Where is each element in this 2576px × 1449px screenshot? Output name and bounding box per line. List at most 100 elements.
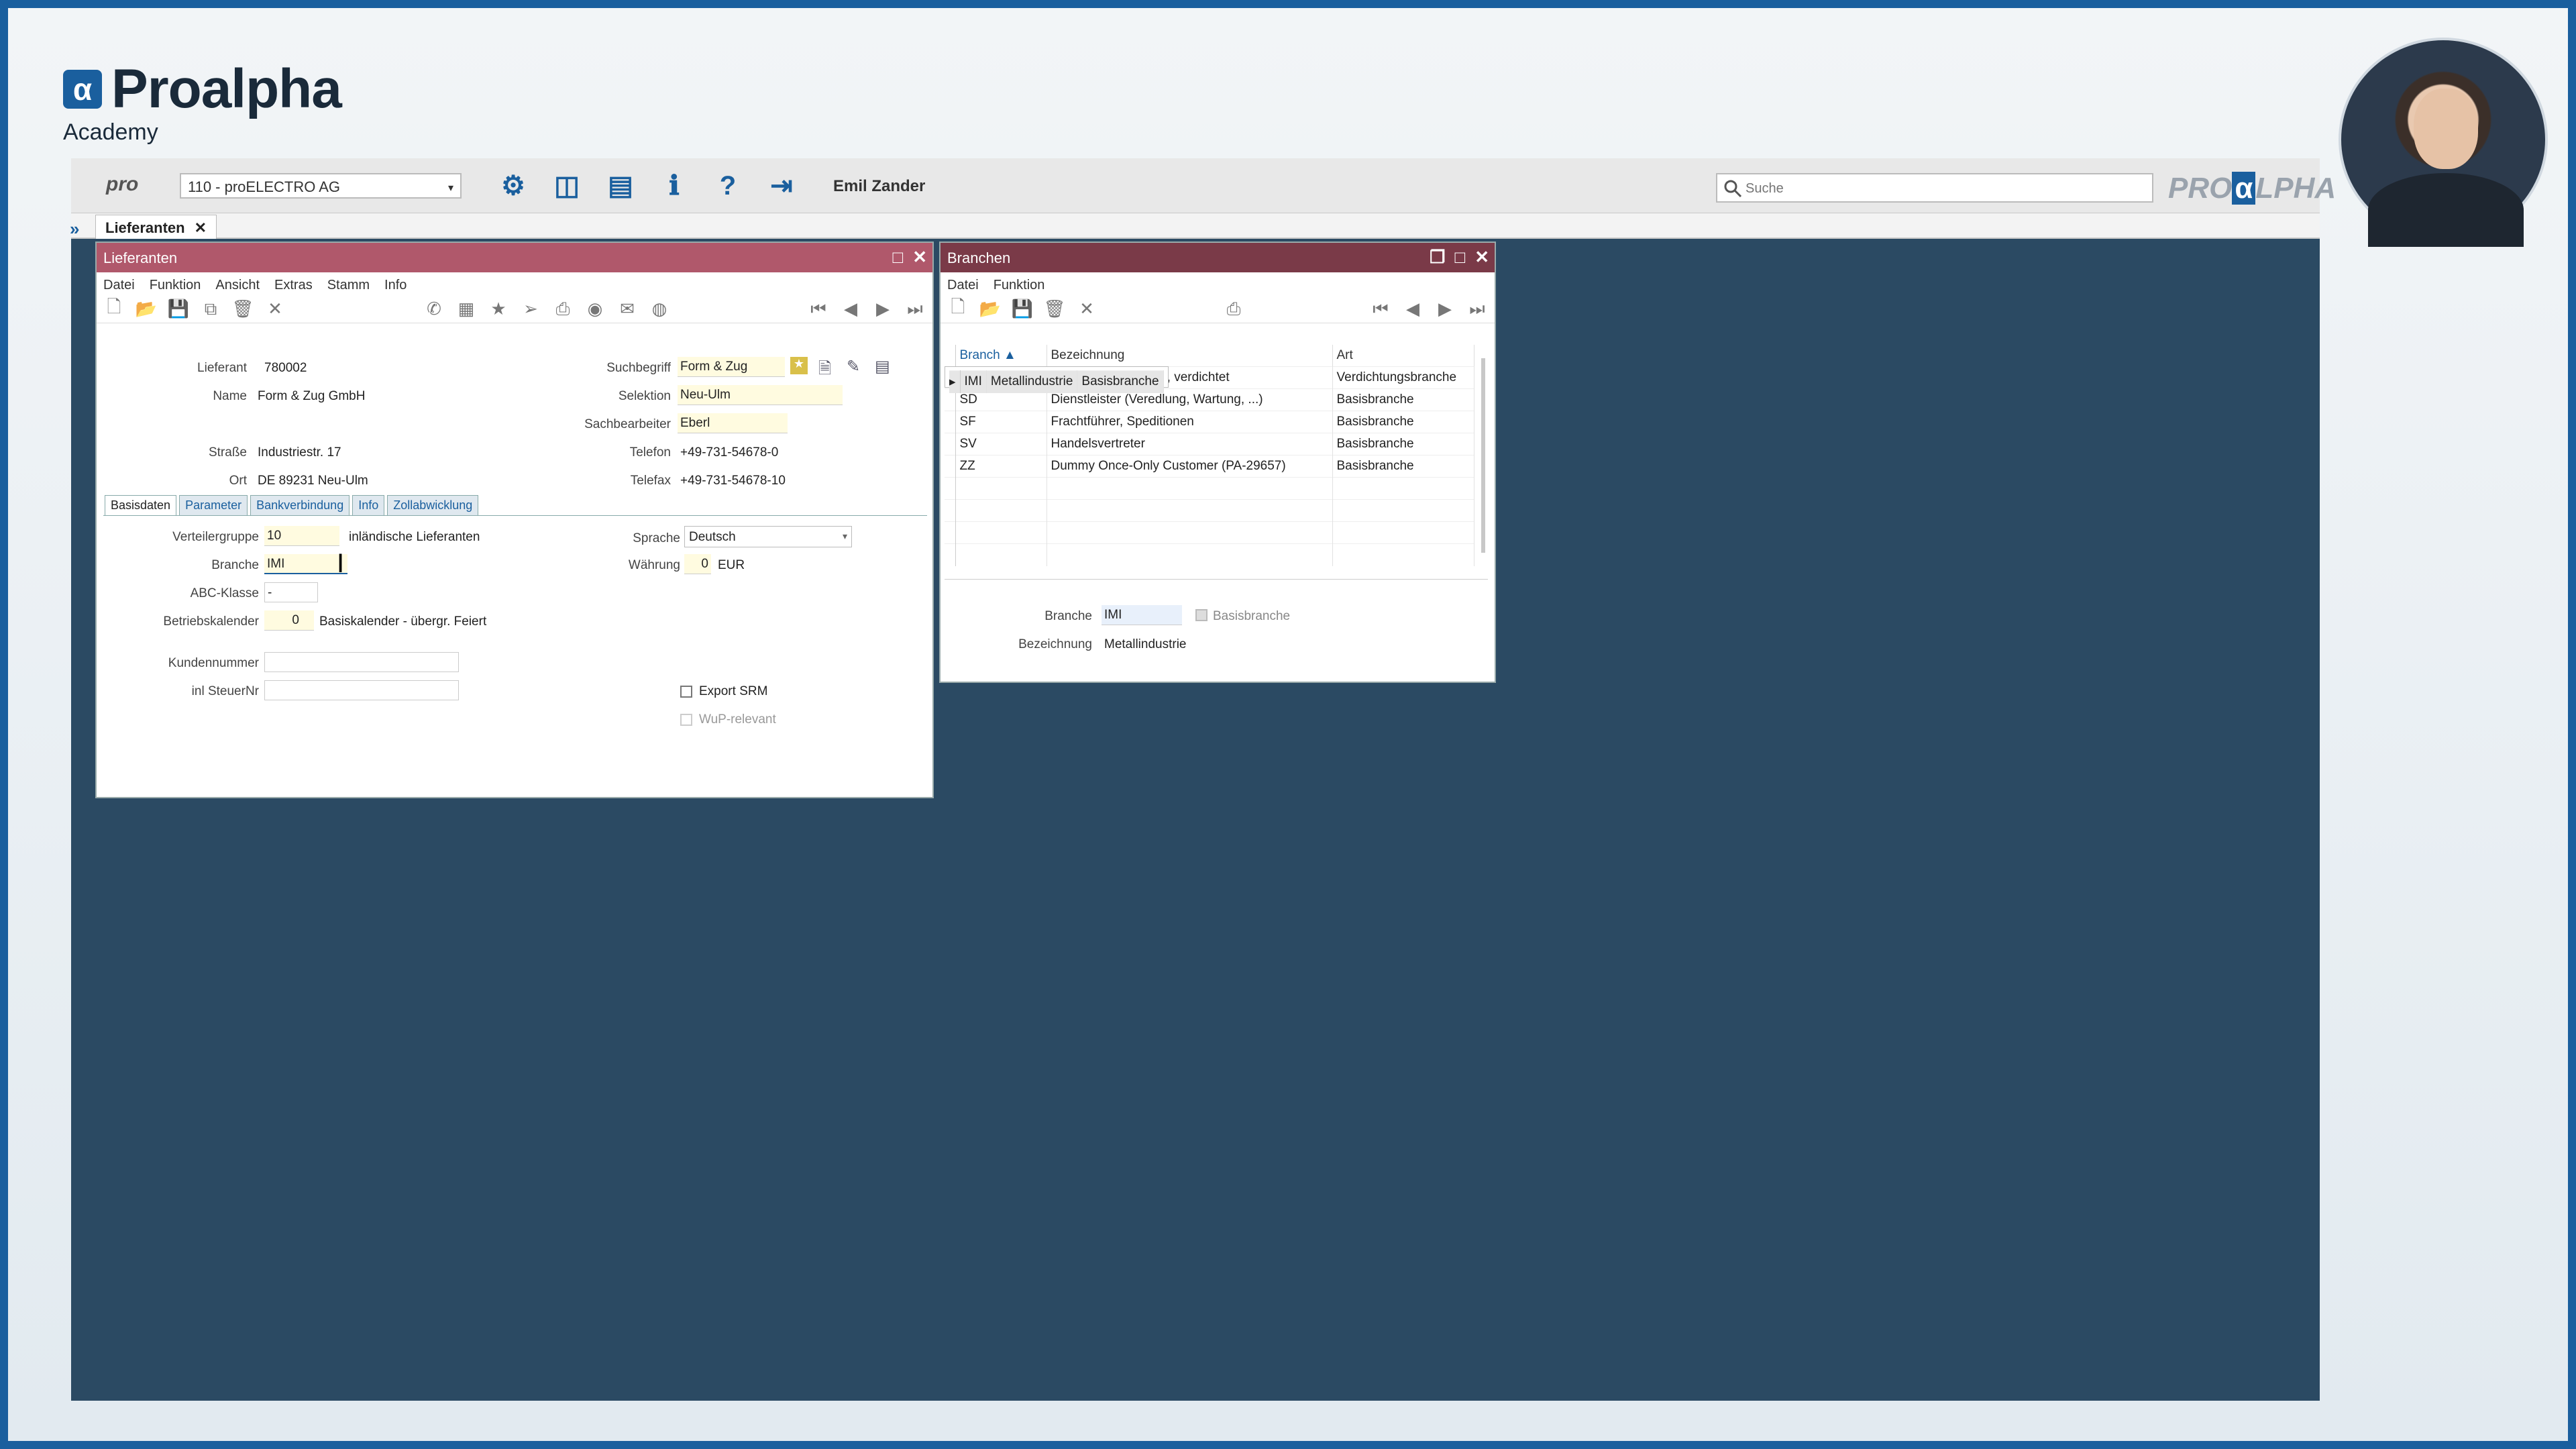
prev-record-icon[interactable]: ◀ bbox=[1403, 299, 1422, 319]
subtab-info[interactable]: Info bbox=[352, 495, 385, 516]
star-icon[interactable]: ★ bbox=[790, 357, 808, 374]
menu-ansicht[interactable]: Ansicht bbox=[215, 278, 260, 292]
phone-icon[interactable]: ✆ bbox=[425, 299, 443, 319]
lieferanten-toolbar: 🗋 📂 💾 ⧉ 🗑 ✕ ✆ ▦ ★ ➢ ⎙ ◉ ✉ ◍ ⏮ ◀ ▶ ⏭ bbox=[97, 295, 932, 323]
save-icon[interactable]: 💾 bbox=[168, 299, 189, 319]
delete-icon[interactable]: 🗑 bbox=[232, 299, 254, 319]
suchbegriff-field[interactable]: Form & Zug bbox=[678, 357, 785, 377]
wup-relevant-checkbox[interactable] bbox=[680, 714, 692, 726]
last-record-icon[interactable]: ⏭ bbox=[1468, 299, 1487, 319]
basisbranche-checkbox[interactable] bbox=[1195, 609, 1208, 621]
branche-field[interactable]: IMI bbox=[264, 554, 347, 574]
new-icon[interactable]: 🗋 bbox=[949, 297, 967, 319]
subtab-panel-border bbox=[103, 515, 927, 516]
forward-icon[interactable]: ➢ bbox=[521, 299, 540, 319]
subtab-bankverbindung[interactable]: Bankverbindung bbox=[250, 495, 350, 516]
menu-funktion[interactable]: Funktion bbox=[150, 278, 201, 292]
prev-record-icon[interactable]: ◀ bbox=[841, 299, 860, 319]
next-record-icon[interactable]: ▶ bbox=[1436, 299, 1454, 319]
table-row[interactable]: ▸ IMI Metallindustrie Basisbranche bbox=[945, 366, 1169, 393]
empty-row bbox=[945, 543, 1474, 566]
menu-stamm[interactable]: Stamm bbox=[327, 278, 370, 292]
open-icon[interactable]: 📂 bbox=[136, 299, 157, 319]
close-icon[interactable]: ✕ bbox=[912, 247, 927, 268]
company-select-value: 110 - proELECTRO AG bbox=[188, 178, 341, 195]
new-icon[interactable]: 🗋 bbox=[105, 297, 123, 319]
logout-icon[interactable]: ⇥ bbox=[766, 170, 797, 201]
camera-icon[interactable]: ◉ bbox=[586, 299, 604, 319]
save-icon[interactable]: 💾 bbox=[1012, 299, 1033, 319]
table-row[interactable]: ZZ Dummy Once-Only Customer (PA-29657) Bas… bbox=[945, 455, 1474, 478]
empty-row bbox=[945, 477, 1474, 500]
first-record-icon[interactable]: ⏮ bbox=[809, 299, 828, 319]
delete-icon[interactable]: 🗑 bbox=[1044, 299, 1066, 319]
menu-datei[interactable]: Datei bbox=[103, 278, 135, 292]
restore-icon[interactable]: ❐ bbox=[1430, 247, 1445, 268]
close-icon[interactable]: ✕ bbox=[1474, 247, 1489, 268]
menu-funktion[interactable]: Funktion bbox=[994, 278, 1045, 292]
app-topbar: pro 110 - proELECTRO AG ▾ ⚙ ◫ ▤ ℹ ? ⇥ Em… bbox=[71, 158, 2336, 213]
maximize-icon[interactable]: □ bbox=[892, 247, 903, 268]
value-telefon: +49-731-54678-0 bbox=[680, 445, 779, 460]
info-icon[interactable]: ℹ bbox=[659, 170, 690, 201]
expand-icon[interactable]: » bbox=[70, 219, 79, 239]
help-icon[interactable]: ? bbox=[712, 170, 743, 201]
label-detail-bezeichnung: Bezeichnung bbox=[1018, 637, 1092, 651]
verteilergruppe-field[interactable]: 10 bbox=[264, 526, 339, 546]
selektion-field[interactable]: Neu-Ulm bbox=[678, 385, 843, 405]
detail-branche-field[interactable]: IMI bbox=[1102, 605, 1182, 625]
grid-scrollbar[interactable] bbox=[1481, 358, 1485, 553]
label-kundennummer: Kundennummer bbox=[168, 656, 259, 670]
notes-icon[interactable]: ▤ bbox=[875, 357, 890, 376]
next-record-icon[interactable]: ▶ bbox=[873, 299, 892, 319]
copy-icon[interactable]: ⧉ bbox=[201, 299, 220, 319]
document-icon[interactable]: 🗎 bbox=[818, 357, 831, 384]
split-view-icon[interactable]: ◫ bbox=[551, 170, 582, 201]
branchen-table: Branch ▲ Bezeichnung Art ▸ IMI Metallindus… bbox=[945, 345, 1474, 566]
first-record-icon[interactable]: ⏮ bbox=[1371, 299, 1390, 319]
company-select[interactable]: 110 - proELECTRO AG ▾ bbox=[180, 173, 462, 199]
last-record-icon[interactable]: ⏭ bbox=[906, 299, 924, 319]
steuernr-field[interactable] bbox=[264, 680, 459, 700]
sachbearbeiter-field[interactable]: Eberl bbox=[678, 413, 788, 433]
kundennummer-field[interactable] bbox=[264, 652, 459, 672]
close-icon[interactable]: ✕ bbox=[195, 219, 207, 236]
betriebskalender-field[interactable]: 0 bbox=[264, 610, 314, 631]
tab-lieferanten[interactable]: Lieferanten ✕ bbox=[95, 215, 217, 239]
mail-icon[interactable]: ✉ bbox=[618, 299, 637, 319]
export-srm-checkbox[interactable] bbox=[680, 686, 692, 698]
print-icon[interactable]: ⎙ bbox=[553, 299, 572, 319]
waehrung-field[interactable]: 0 bbox=[684, 554, 711, 574]
calendar-icon[interactable]: ▦ bbox=[457, 299, 476, 319]
abc-select[interactable]: - bbox=[264, 582, 318, 602]
gear-icon[interactable]: ⚙ bbox=[498, 170, 529, 201]
column-art[interactable]: Art bbox=[1332, 345, 1474, 366]
menu-info[interactable]: Info bbox=[384, 278, 407, 292]
menu-extras[interactable]: Extras bbox=[274, 278, 313, 292]
text-cursor-icon: I bbox=[337, 549, 345, 578]
search-input[interactable] bbox=[1746, 178, 2135, 199]
star-icon[interactable]: ★ bbox=[489, 299, 508, 319]
globe-icon[interactable]: ◍ bbox=[650, 299, 669, 319]
open-icon[interactable]: 📂 bbox=[979, 299, 1001, 319]
table-row[interactable]: SV Handelsvertreter Basisbranche bbox=[945, 433, 1474, 455]
sprache-select[interactable]: Deutsch ▾ bbox=[684, 526, 852, 547]
edit-icon[interactable]: ✎ bbox=[847, 357, 860, 376]
topbar-icons: ⚙ ◫ ▤ ℹ ? ⇥ bbox=[498, 170, 797, 201]
layout-icon[interactable]: ▤ bbox=[605, 170, 636, 201]
cancel-icon[interactable]: ✕ bbox=[1077, 299, 1096, 319]
menu-datei[interactable]: Datei bbox=[947, 278, 979, 292]
cancel-icon[interactable]: ✕ bbox=[266, 299, 284, 319]
maximize-icon[interactable]: □ bbox=[1454, 247, 1465, 268]
sort-asc-icon: ▲ bbox=[1003, 348, 1016, 362]
column-branch[interactable]: Branch ▲ bbox=[955, 345, 1047, 366]
subtab-parameter[interactable]: Parameter bbox=[179, 495, 248, 516]
subtab-zollabwicklung[interactable]: Zollabwicklung bbox=[387, 495, 479, 516]
lieferanten-window: Lieferanten □ ✕ Datei Funktion Ansicht Ex… bbox=[95, 241, 934, 798]
subtab-basisdaten[interactable]: Basisdaten bbox=[105, 495, 177, 516]
print-icon[interactable]: ⎙ bbox=[1224, 299, 1243, 319]
table-row[interactable]: SF Frachtführer, Speditionen Basisbranche bbox=[945, 411, 1474, 433]
label-strasse: Straße bbox=[208, 445, 247, 460]
column-bezeichnung[interactable]: Bezeichnung bbox=[1046, 345, 1333, 366]
empty-row bbox=[945, 499, 1474, 522]
